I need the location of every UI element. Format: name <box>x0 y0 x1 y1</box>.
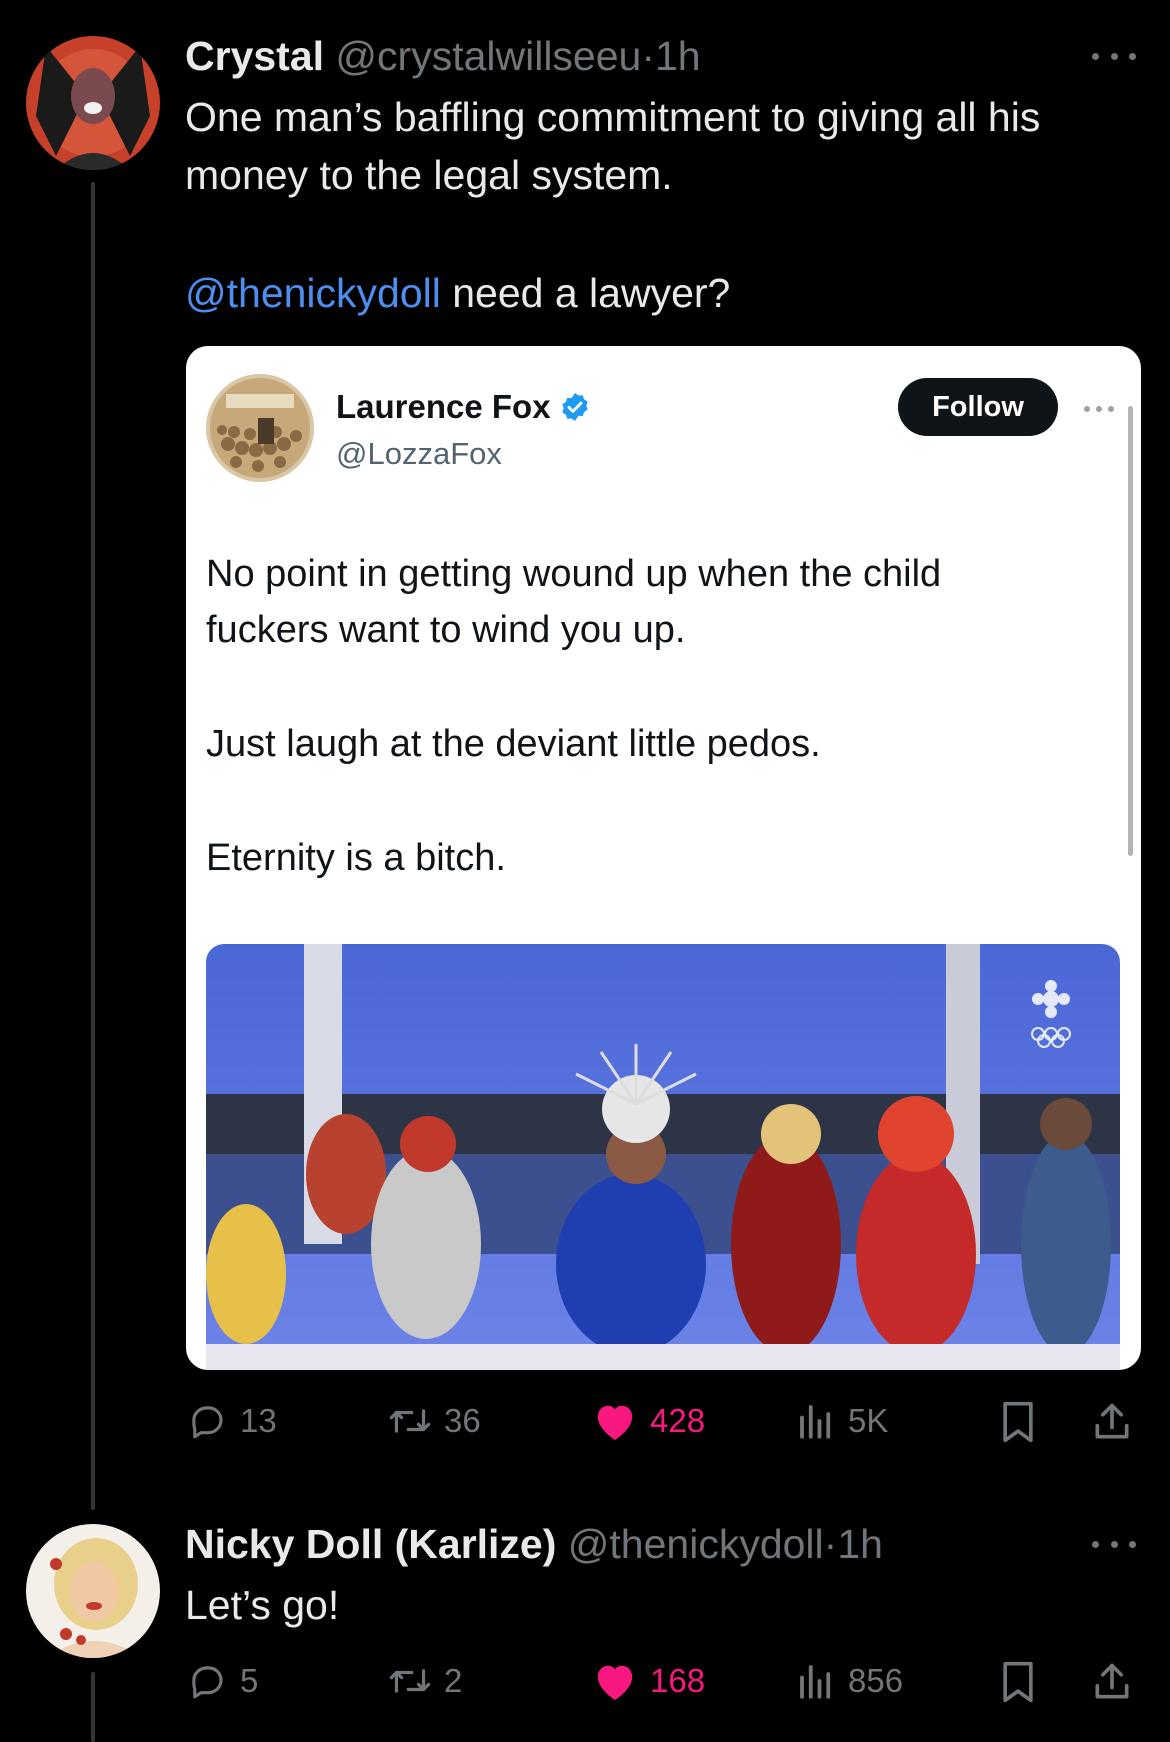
tweet-header: Crystal @crystalwillseeu·1h <box>185 32 701 81</box>
heart-icon <box>597 1665 633 1701</box>
like-button-2[interactable]: 168 <box>592 1660 705 1702</box>
tweet-text-line-1: One man’s baffling commitment to giving … <box>185 94 1041 140</box>
views-icon <box>800 1405 831 1439</box>
heart-icon <box>597 1405 633 1441</box>
tweet-text-line-2: money to the legal system. <box>185 152 673 198</box>
author-name[interactable]: Crystal <box>185 33 324 79</box>
more-options-icon[interactable] <box>1092 46 1136 66</box>
tweet-text-line-3: @thenickydoll need a lawyer? <box>185 264 730 322</box>
quoted-text-line-4: Eternity is a bitch. <box>206 837 506 879</box>
views-icon <box>800 1665 831 1699</box>
avatar-nicky-doll[interactable] <box>26 1524 160 1658</box>
views-button[interactable]: 5K <box>796 1400 888 1442</box>
olympics-stage-photo <box>206 944 1120 1370</box>
tweet-text-rest: need a lawyer? <box>440 270 731 316</box>
reply-button[interactable]: 13 <box>186 1400 277 1442</box>
like-count: 428 <box>650 1402 706 1439</box>
bookmark-button-2[interactable] <box>998 1660 1038 1704</box>
repost-button-2[interactable]: 2 <box>388 1660 462 1702</box>
share-button-2[interactable] <box>1090 1660 1134 1704</box>
bookmark-button[interactable] <box>998 1400 1038 1444</box>
follow-button: Follow <box>898 378 1058 436</box>
quoted-avatar-image <box>206 374 314 482</box>
like-count-2: 168 <box>650 1662 706 1699</box>
repost-count-2: 2 <box>444 1662 463 1699</box>
repost-count: 36 <box>444 1402 481 1439</box>
reply-button-2[interactable]: 5 <box>186 1660 258 1702</box>
bookmark-icon <box>1003 1661 1033 1703</box>
quoted-text-line-1: No point in getting wound up when the ch… <box>206 553 942 595</box>
reply-count-2: 5 <box>240 1662 259 1699</box>
share-button[interactable] <box>1090 1400 1134 1444</box>
timestamp-2[interactable]: 1h <box>837 1521 883 1567</box>
mention-link[interactable]: @thenickydoll <box>185 270 441 316</box>
quoted-media-image <box>206 944 1120 1370</box>
author-name-2[interactable]: Nicky Doll (Karlize) <box>185 1521 556 1567</box>
quoted-name-text: Laurence Fox <box>336 388 551 425</box>
separator: · <box>641 33 655 79</box>
quoted-text-line-2: fuckers want to wind you up. <box>206 609 686 651</box>
thread-connector <box>91 182 95 1510</box>
tweet-header-2: Nicky Doll (Karlize) @thenickydoll·1h <box>185 1520 883 1569</box>
tweet-text-2: Let’s go! <box>185 1582 340 1628</box>
bookmark-icon <box>1003 1401 1033 1443</box>
more-options-icon-2[interactable] <box>1092 1534 1136 1554</box>
quoted-author-handle: @LozzaFox <box>336 436 502 471</box>
timestamp[interactable]: 1h <box>655 33 701 79</box>
verified-badge-icon <box>561 393 588 421</box>
author-handle[interactable]: @crystalwillseeu <box>335 33 641 79</box>
repost-button[interactable]: 36 <box>388 1400 481 1442</box>
thread-connector-2 <box>91 1672 95 1742</box>
avatar-image <box>26 1524 160 1658</box>
quoted-more-icon <box>1084 406 1114 414</box>
share-icon <box>1095 1403 1129 1439</box>
reply-count: 13 <box>240 1402 277 1439</box>
attached-screenshot[interactable]: Laurence Fox @LozzaFox Follow No point i… <box>186 346 1141 1370</box>
view-count-2: 856 <box>848 1662 904 1699</box>
avatar-image <box>26 36 160 170</box>
like-button[interactable]: 428 <box>592 1400 705 1442</box>
scrollbar <box>1128 406 1133 856</box>
separator-2: · <box>823 1521 838 1567</box>
avatar-crystal[interactable] <box>26 36 160 170</box>
views-button-2[interactable]: 856 <box>796 1660 903 1702</box>
share-icon <box>1095 1663 1129 1699</box>
author-handle-2[interactable]: @thenickydoll <box>568 1521 824 1567</box>
repost-icon <box>389 1409 431 1433</box>
quoted-avatar <box>206 374 314 482</box>
quoted-text-line-3: Just laugh at the deviant little pedos. <box>206 723 821 765</box>
reply-icon <box>192 1406 223 1439</box>
reply-icon <box>192 1666 223 1699</box>
repost-icon <box>389 1669 431 1693</box>
quoted-author-name: Laurence Fox <box>336 388 591 426</box>
view-count: 5K <box>848 1402 889 1439</box>
